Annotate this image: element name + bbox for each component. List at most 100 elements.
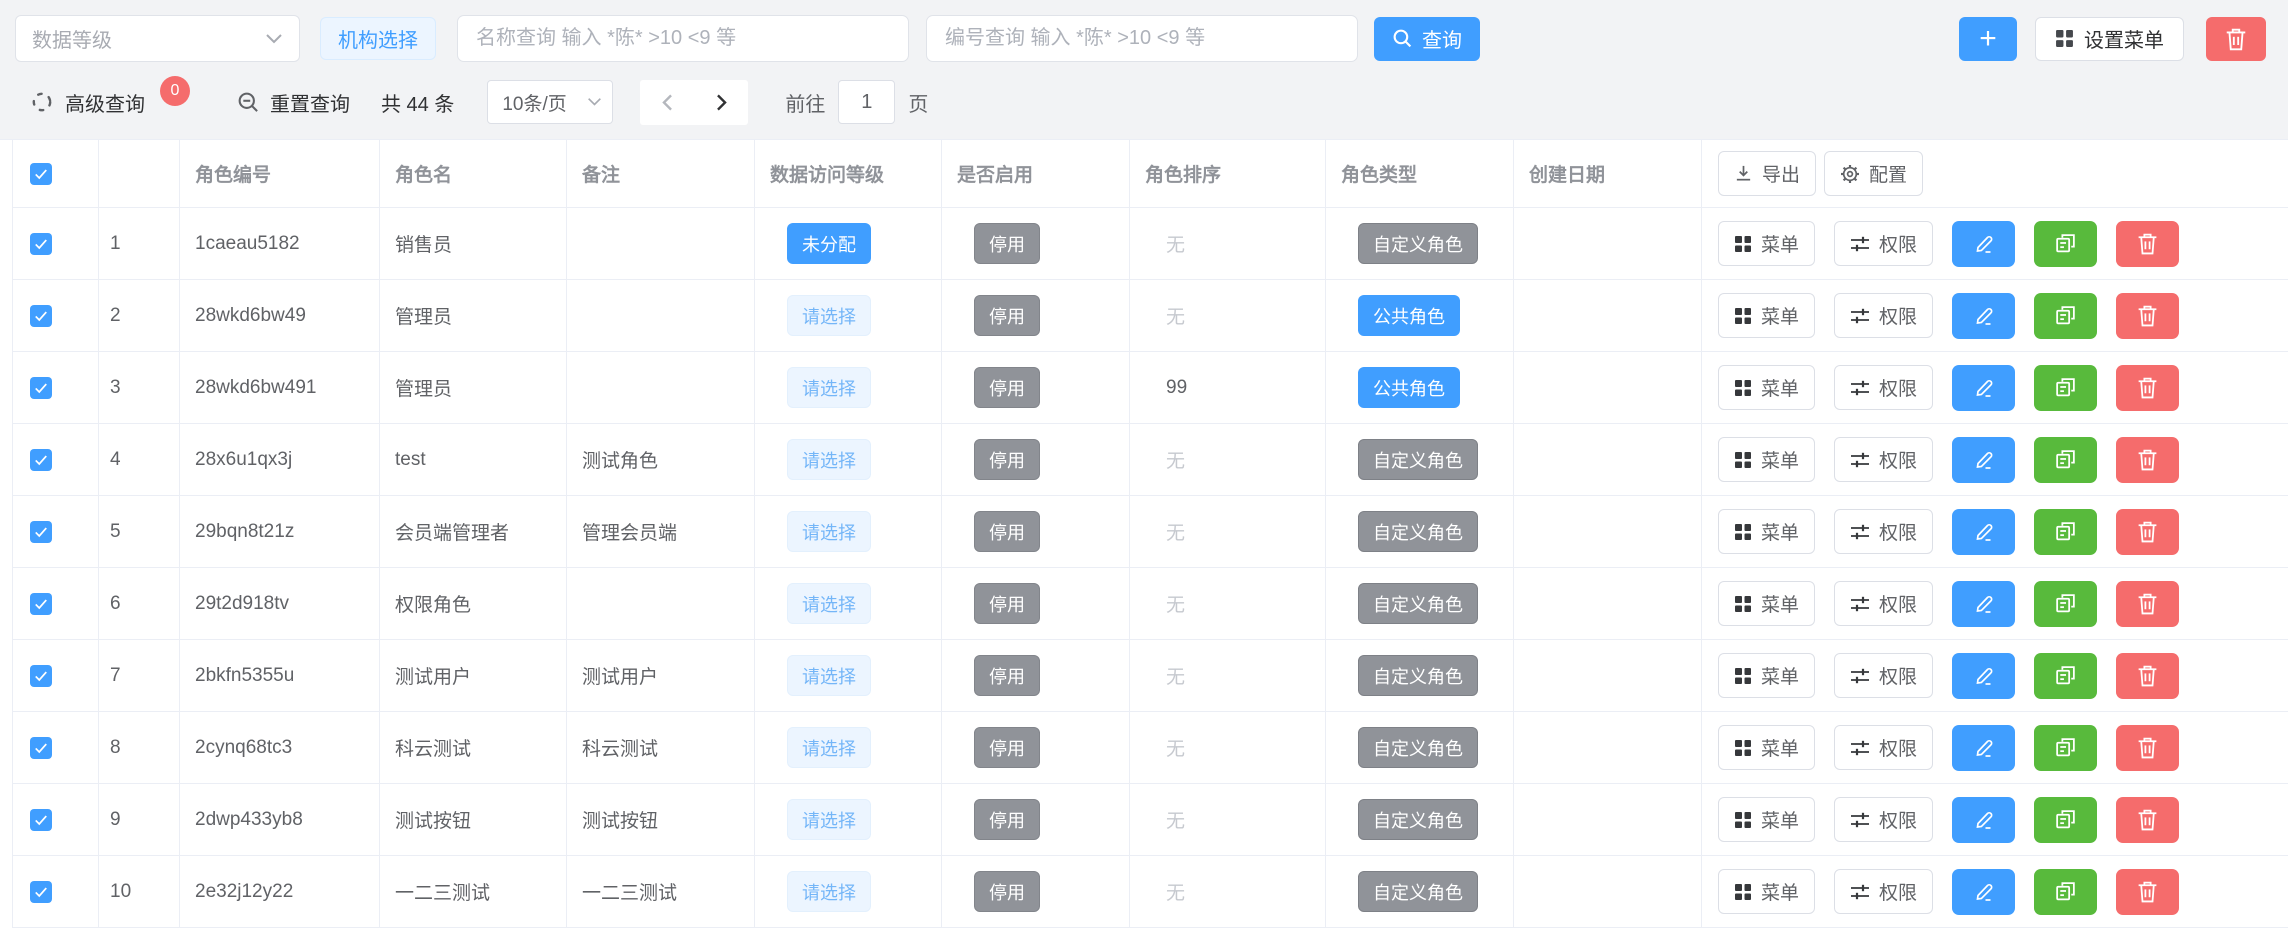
access-level-badge[interactable]: 请选择 [787, 439, 871, 480]
access-level-badge[interactable]: 请选择 [787, 727, 871, 768]
enabled-badge[interactable]: 停用 [974, 799, 1040, 840]
delete-button[interactable] [2116, 797, 2179, 843]
add-button[interactable]: + [1959, 17, 2017, 61]
copy-button[interactable] [2034, 509, 2097, 555]
copy-button[interactable] [2034, 365, 2097, 411]
delete-button[interactable] [2116, 365, 2179, 411]
edit-button[interactable] [1952, 797, 2015, 843]
row-permission-button[interactable]: 权限 [1834, 653, 1933, 698]
config-button[interactable]: 配置 [1824, 151, 1923, 196]
copy-button[interactable] [2034, 437, 2097, 483]
row-checkbox[interactable] [30, 809, 52, 831]
enabled-badge[interactable]: 停用 [974, 367, 1040, 408]
row-checkbox[interactable] [30, 737, 52, 759]
row-checkbox[interactable] [30, 881, 52, 903]
row-permission-button[interactable]: 权限 [1834, 509, 1933, 554]
enabled-badge[interactable]: 停用 [974, 511, 1040, 552]
row-permission-button[interactable]: 权限 [1834, 581, 1933, 626]
edit-button[interactable] [1952, 509, 2015, 555]
goto-page-input[interactable] [838, 80, 895, 124]
edit-button[interactable] [1952, 653, 2015, 699]
row-checkbox[interactable] [30, 521, 52, 543]
org-select-button[interactable]: 机构选择 [320, 17, 436, 60]
delete-button[interactable] [2116, 221, 2179, 267]
select-all-checkbox[interactable] [30, 163, 52, 185]
delete-selected-button[interactable] [2206, 17, 2266, 61]
access-level-badge[interactable]: 请选择 [787, 295, 871, 336]
access-level-badge[interactable]: 未分配 [787, 223, 871, 264]
delete-button[interactable] [2116, 509, 2179, 555]
advanced-query-button[interactable]: 高级查询 0 [30, 87, 190, 117]
row-menu-button[interactable]: 菜单 [1718, 797, 1815, 842]
copy-icon [2054, 520, 2077, 543]
enabled-badge[interactable]: 停用 [974, 727, 1040, 768]
row-checkbox[interactable] [30, 305, 52, 327]
copy-button[interactable] [2034, 293, 2097, 339]
edit-button[interactable] [1952, 293, 2015, 339]
page-size-select[interactable]: 10条/页 [487, 80, 613, 124]
delete-button[interactable] [2116, 293, 2179, 339]
delete-button[interactable] [2116, 653, 2179, 699]
copy-button[interactable] [2034, 653, 2097, 699]
delete-button[interactable] [2116, 581, 2179, 627]
enabled-badge[interactable]: 停用 [974, 655, 1040, 696]
enabled-badge[interactable]: 停用 [974, 583, 1040, 624]
row-checkbox[interactable] [30, 377, 52, 399]
copy-button[interactable] [2034, 725, 2097, 771]
edit-button[interactable] [1952, 221, 2015, 267]
access-level-badge[interactable]: 请选择 [787, 799, 871, 840]
edit-button[interactable] [1952, 581, 2015, 627]
enabled-badge[interactable]: 停用 [974, 439, 1040, 480]
row-permission-button[interactable]: 权限 [1834, 797, 1933, 842]
row-permission-button[interactable]: 权限 [1834, 293, 1933, 338]
row-permission-button[interactable]: 权限 [1834, 725, 1933, 770]
enabled-badge[interactable]: 停用 [974, 871, 1040, 912]
row-menu-button[interactable]: 菜单 [1718, 365, 1815, 410]
row-checkbox[interactable] [30, 233, 52, 255]
delete-button[interactable] [2116, 725, 2179, 771]
data-level-select[interactable]: 数据等级 [15, 15, 300, 62]
access-level-badge[interactable]: 请选择 [787, 871, 871, 912]
row-menu-button[interactable]: 菜单 [1718, 509, 1815, 554]
access-level-badge[interactable]: 请选择 [787, 655, 871, 696]
row-checkbox[interactable] [30, 449, 52, 471]
row-menu-button[interactable]: 菜单 [1718, 293, 1815, 338]
row-permission-button[interactable]: 权限 [1834, 437, 1933, 482]
row-menu-button[interactable]: 菜单 [1718, 653, 1815, 698]
prev-page-button[interactable] [640, 80, 694, 125]
row-menu-button[interactable]: 菜单 [1718, 581, 1815, 626]
next-page-button[interactable] [694, 80, 748, 125]
edit-button[interactable] [1952, 869, 2015, 915]
row-menu-button[interactable]: 菜单 [1718, 437, 1815, 482]
row-checkbox[interactable] [30, 593, 52, 615]
enabled-badge[interactable]: 停用 [974, 223, 1040, 264]
code-query-input[interactable] [926, 15, 1358, 62]
copy-button[interactable] [2034, 797, 2097, 843]
export-button[interactable]: 导出 [1718, 151, 1816, 196]
access-level-badge[interactable]: 请选择 [787, 511, 871, 552]
row-permission-button[interactable]: 权限 [1834, 869, 1933, 914]
pencil-icon [1973, 305, 1995, 327]
edit-button[interactable] [1952, 365, 2015, 411]
row-permission-label: 权限 [1879, 806, 1917, 833]
delete-button[interactable] [2116, 869, 2179, 915]
row-permission-button[interactable]: 权限 [1834, 221, 1933, 266]
access-level-badge[interactable]: 请选择 [787, 367, 871, 408]
reset-query-button[interactable]: 重置查询 [237, 88, 350, 117]
name-query-input[interactable] [457, 15, 909, 62]
row-permission-button[interactable]: 权限 [1834, 365, 1933, 410]
delete-button[interactable] [2116, 437, 2179, 483]
copy-button[interactable] [2034, 869, 2097, 915]
edit-button[interactable] [1952, 725, 2015, 771]
enabled-badge[interactable]: 停用 [974, 295, 1040, 336]
row-checkbox[interactable] [30, 665, 52, 687]
row-menu-button[interactable]: 菜单 [1718, 221, 1815, 266]
copy-button[interactable] [2034, 221, 2097, 267]
search-button[interactable]: 查询 [1374, 17, 1480, 61]
copy-button[interactable] [2034, 581, 2097, 627]
edit-button[interactable] [1952, 437, 2015, 483]
row-menu-button[interactable]: 菜单 [1718, 869, 1815, 914]
row-menu-button[interactable]: 菜单 [1718, 725, 1815, 770]
menu-setting-button[interactable]: 设置菜单 [2035, 17, 2184, 61]
access-level-badge[interactable]: 请选择 [787, 583, 871, 624]
